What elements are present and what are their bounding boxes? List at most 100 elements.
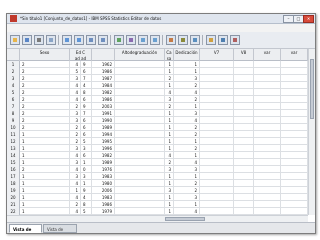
cell-ano[interactable]: 1979 [92,208,115,215]
cell-v7[interactable] [200,68,234,75]
cell-v7[interactable] [200,131,234,138]
cell-edad[interactable]: 5 [70,68,81,75]
cell-v7[interactable] [200,61,234,68]
horizontal-scrollbar[interactable] [7,215,308,222]
cell-ano[interactable]: 1995 [92,138,115,145]
goto-variable-icon[interactable] [98,35,108,45]
cell-dedicacion[interactable]: 1 [174,201,200,208]
row-number[interactable]: 16 [7,166,20,173]
cell-var[interactable] [281,194,308,201]
cell-var[interactable] [254,166,281,173]
row-number[interactable]: 8 [7,110,20,117]
row-number[interactable]: 3 [7,75,20,82]
cell-sexo[interactable]: 1 [20,152,70,159]
cell-sexo[interactable]: 1 [20,180,70,187]
cell-c[interactable]: 0 [81,166,92,173]
cell-var[interactable] [281,173,308,180]
cell-c[interactable]: 6 [81,152,92,159]
cell-ano[interactable]: 1986 [92,96,115,103]
cell-v7[interactable] [200,159,234,166]
cell-cas[interactable]: 1 [165,194,174,201]
cell-dedicacion[interactable]: 2 [174,124,200,131]
column-header-alto[interactable]: Altodegraduación [115,49,165,61]
variables-icon[interactable] [114,35,124,45]
cell-c[interactable]: 5 [81,138,92,145]
cell-var[interactable] [281,131,308,138]
row-number[interactable]: 18 [7,180,20,187]
cell-edad[interactable]: 2 [70,131,81,138]
cell-edad[interactable]: 3 [70,110,81,117]
cell-cas[interactable]: 1 [165,145,174,152]
cell-sexo[interactable]: 2 [20,110,70,117]
column-header-edad[interactable]: Ed Cad ad [70,49,92,61]
cell-sexo[interactable]: 1 [20,208,70,215]
cell-v8[interactable] [234,208,254,215]
cell-var[interactable] [254,103,281,110]
cell-var[interactable] [254,187,281,194]
cell-dedicacion[interactable]: 2 [174,180,200,187]
row-number[interactable]: 7 [7,103,20,110]
cell-cas[interactable]: 1 [165,68,174,75]
cell-sexo[interactable]: 2 [20,68,70,75]
row-number[interactable]: 17 [7,173,20,180]
insert-cases-icon[interactable] [138,35,148,45]
cell-v7[interactable] [200,96,234,103]
cell-ano[interactable]: 1990 [92,117,115,124]
cell-v7[interactable] [200,173,234,180]
cell-v8[interactable] [234,159,254,166]
cell-ano[interactable]: 1984 [92,82,115,89]
row-number[interactable]: 13 [7,145,20,152]
cell-v8[interactable] [234,82,254,89]
cell-v7[interactable] [200,187,234,194]
insert-variable-icon[interactable] [150,35,160,45]
cell-c[interactable]: 6 [81,117,92,124]
cell-var[interactable] [254,208,281,215]
cell-var[interactable] [281,180,308,187]
cell-edad[interactable]: 2 [70,138,81,145]
cell-alto[interactable] [115,208,165,215]
cell-v7[interactable] [200,145,234,152]
horizontal-scroll-thumb[interactable] [165,217,205,221]
cell-ano[interactable]: 1989 [92,124,115,131]
cell-c[interactable]: 7 [81,110,92,117]
cell-dedicacion[interactable]: 3 [174,166,200,173]
row-number[interactable]: 21 [7,201,20,208]
cell-var[interactable] [254,173,281,180]
open-icon[interactable] [10,35,20,45]
cell-dedicacion[interactable]: 1 [174,68,200,75]
row-number[interactable]: 1 [7,61,20,68]
cell-sexo[interactable]: 2 [20,89,70,96]
cell-c[interactable]: 1 [81,180,92,187]
cell-v8[interactable] [234,96,254,103]
cell-cas[interactable]: 1 [165,201,174,208]
cell-v7[interactable] [200,194,234,201]
cell-alto[interactable] [115,131,165,138]
row-number[interactable]: 9 [7,117,20,124]
cell-dedicacion[interactable]: 1 [174,173,200,180]
cell-dedicacion[interactable]: 1 [174,138,200,145]
cell-v7[interactable] [200,138,234,145]
cell-v7[interactable] [200,201,234,208]
weight-cases-icon[interactable] [178,35,188,45]
cell-dedicacion[interactable]: 2 [174,82,200,89]
row-number[interactable]: 15 [7,159,20,166]
cell-cas[interactable]: 1 [165,124,174,131]
cell-v8[interactable] [234,152,254,159]
cell-sexo[interactable]: 1 [20,145,70,152]
cell-cas[interactable]: 1 [165,110,174,117]
cell-dedicacion[interactable]: 2 [174,187,200,194]
cell-edad[interactable]: 4 [70,180,81,187]
cell-v8[interactable] [234,201,254,208]
cell-ano[interactable]: 1982 [92,152,115,159]
cell-cas[interactable]: 1 [165,131,174,138]
cell-cas[interactable]: 3 [165,187,174,194]
cell-v8[interactable] [234,166,254,173]
cell-alto[interactable] [115,124,165,131]
cell-ano[interactable]: 1980 [92,180,115,187]
cell-ano[interactable]: 1983 [92,173,115,180]
cell-alto[interactable] [115,159,165,166]
cell-v7[interactable] [200,117,234,124]
cell-edad[interactable]: 2 [70,103,81,110]
cell-ano[interactable]: 1986 [92,68,115,75]
cell-edad[interactable]: 2 [70,201,81,208]
